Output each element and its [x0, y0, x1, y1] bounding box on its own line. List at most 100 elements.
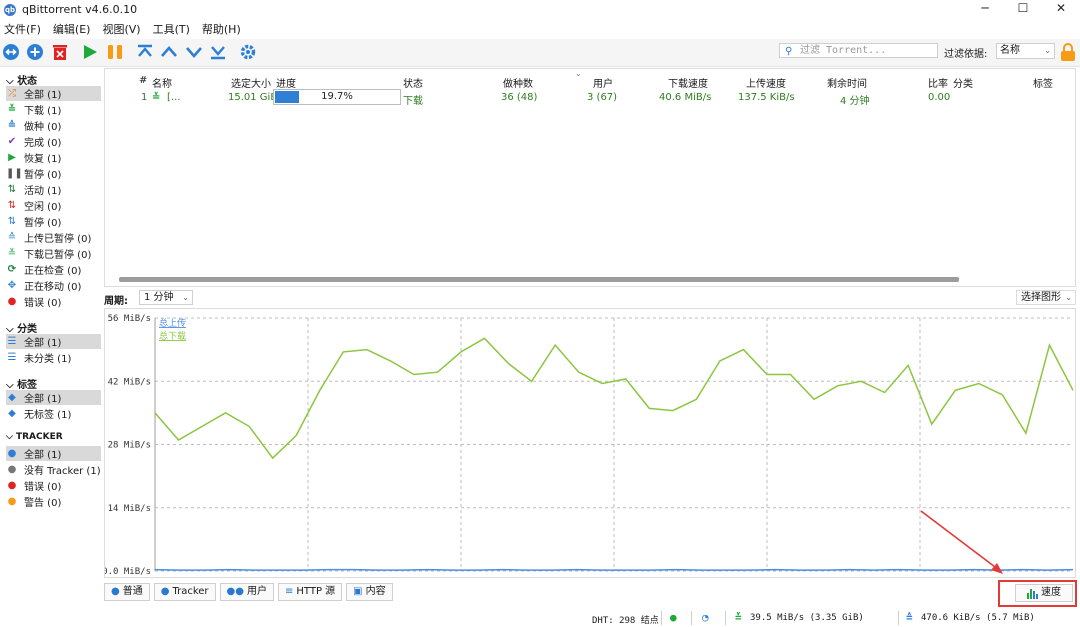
chevron-down-icon: ⌄ — [1044, 46, 1051, 55]
category-section-header[interactable]: ⌵ 分类 — [6, 320, 37, 335]
list-icon: ☰ — [7, 351, 17, 363]
upload-speed-status: 470.6 KiB/s (5.7 MiB) — [921, 613, 1035, 623]
row-ratio: 0.00 — [928, 92, 951, 103]
pin-icon: ● — [7, 463, 17, 475]
resume-icon[interactable] — [81, 43, 99, 61]
tracker-item-all[interactable]: ● 全部 (1) — [6, 446, 101, 461]
move-icon: ✥ — [7, 279, 17, 291]
tab-general[interactable]: ● 普通 — [104, 583, 150, 601]
tracker-item-warning[interactable]: ● 警告 (0) — [6, 494, 101, 510]
pause-small-icon: ❚❚ — [6, 167, 23, 179]
tag-icon: ◆ — [8, 391, 16, 403]
pause-icon[interactable] — [106, 43, 124, 61]
add-link-icon[interactable] — [2, 43, 20, 61]
period-value: 1 分钟 — [144, 292, 174, 303]
tab-peers[interactable]: ●● 用户 — [219, 583, 274, 601]
add-torrent-icon[interactable] — [26, 43, 44, 61]
speed-limit-icon[interactable]: ◔ — [702, 611, 709, 624]
graph-controls: 周期: 1 分钟 ⌄ 选择图形 ⌄ — [104, 290, 1076, 307]
col-header-index[interactable]: # — [139, 75, 147, 86]
error-icon: ● — [7, 295, 17, 307]
tags-section-header[interactable]: ⌵ 标签 — [6, 376, 37, 391]
sidebar-item-inactive[interactable]: ⇅ 空闲 (0) — [6, 198, 101, 214]
category-item-all[interactable]: ☰ 全部 (1) — [6, 334, 101, 349]
col-header-name[interactable]: 名称 — [152, 75, 172, 90]
tag-item-all[interactable]: ◆ 全部 (1) — [6, 390, 101, 405]
horizontal-scrollbar[interactable] — [119, 277, 959, 282]
menu-tools[interactable]: 工具(T) — [153, 21, 190, 37]
sidebar-item-paused[interactable]: ❚❚ 暂停 (0) — [6, 166, 101, 182]
check-icon: ✔ — [7, 135, 17, 147]
download-speed-status: 39.5 MiB/s (3.35 GiB) — [750, 613, 864, 623]
col-header-tags[interactable]: 标签 — [1033, 75, 1053, 90]
row-down-speed: 40.6 MiB/s — [659, 92, 712, 103]
col-header-status[interactable]: 状态 — [403, 75, 423, 90]
stalled-icon: ⇅ — [7, 215, 17, 227]
play-icon: ▶ — [8, 151, 16, 163]
info-icon: ● — [111, 586, 120, 597]
tab-content[interactable]: ▣ 内容 — [346, 583, 393, 601]
period-select[interactable]: 1 分钟 ⌄ — [139, 290, 193, 305]
col-header-peers[interactable]: 用户 — [593, 75, 613, 90]
options-icon[interactable] — [239, 43, 257, 61]
sidebar-item-all[interactable]: ⤮ 全部 (1) — [6, 86, 101, 101]
sidebar-item-upload-paused[interactable]: ≙ 上传已暂停 (0) — [6, 230, 101, 246]
col-header-size[interactable]: 选定大小 — [231, 75, 271, 90]
choose-graph-label: 选择图形 — [1021, 292, 1061, 303]
minimize-button[interactable]: ─ — [966, 0, 1004, 19]
sidebar-item-seeding[interactable]: ≙ 做种 (0) — [6, 118, 101, 134]
period-label: 周期: — [104, 296, 128, 307]
sidebar-item-stalled[interactable]: ⇅ 暂停 (0) — [6, 214, 101, 230]
menu-edit[interactable]: 编辑(E) — [53, 21, 91, 37]
sidebar-item-download-paused[interactable]: ≚ 下载已暂停 (0) — [6, 246, 101, 262]
legend-label: 总上传 — [159, 317, 186, 329]
col-header-ratio[interactable]: 比率 — [928, 75, 948, 90]
connection-status-icon[interactable]: ● — [670, 611, 677, 624]
col-header-category[interactable]: 分类 — [953, 75, 973, 90]
maximize-button[interactable]: ☐ — [1004, 0, 1042, 19]
delete-icon[interactable] — [51, 43, 69, 61]
refresh-icon: ⟳ — [7, 263, 17, 275]
status-section-header[interactable]: ⌵ 状态 — [6, 72, 37, 87]
sidebar-item-errored[interactable]: ● 错误 (0) — [6, 294, 101, 310]
col-header-down-speed[interactable]: 下载速度 — [668, 75, 708, 90]
peers-icon: ●● — [226, 586, 244, 597]
col-header-seeds[interactable]: 做种数 — [503, 75, 533, 90]
search-input[interactable]: ⚲ 过滤 Torrent... — [779, 43, 938, 58]
move-up-icon[interactable] — [160, 43, 178, 61]
sidebar-item-downloading[interactable]: ≚ 下载 (1) — [6, 102, 101, 118]
menu-file[interactable]: 文件(F) — [4, 21, 41, 37]
tag-item-untagged[interactable]: ◆ 无标签 (1) — [6, 406, 101, 422]
category-item-uncategorized[interactable]: ☰ 未分类 (1) — [6, 350, 101, 366]
col-header-eta[interactable]: 剩余时间 — [827, 75, 867, 90]
tab-http-sources[interactable]: ≡ HTTP 源 — [278, 583, 343, 601]
tracker-section-header[interactable]: ⌵ TRACKER — [6, 432, 63, 442]
pin-icon: ● — [7, 447, 17, 459]
sidebar-item-checking[interactable]: ⟳ 正在检查 (0) — [6, 262, 101, 278]
col-header-progress[interactable]: 进度 — [276, 75, 296, 90]
tracker-item-error[interactable]: ● 错误 (0) — [6, 478, 101, 494]
sidebar-item-completed[interactable]: ✔ 完成 (0) — [6, 134, 101, 150]
menu-help[interactable]: 帮助(H) — [202, 21, 241, 37]
lock-icon[interactable] — [1060, 42, 1076, 62]
filter-by-select[interactable]: 名称 ⌄ — [996, 43, 1055, 59]
chevron-down-icon: ⌄ — [1065, 293, 1072, 302]
sidebar-item-active[interactable]: ⇅ 活动 (1) — [6, 182, 101, 198]
move-top-icon[interactable] — [136, 43, 154, 61]
sidebar-item-moving[interactable]: ✥ 正在移动 (0) — [6, 278, 101, 294]
menu-view[interactable]: 视图(V) — [102, 21, 140, 37]
choose-graph-select[interactable]: 选择图形 ⌄ — [1016, 290, 1076, 305]
row-status: 下载 — [403, 96, 423, 107]
tag-icon: ◆ — [8, 407, 16, 419]
sidebar-item-resumed[interactable]: ▶ 恢复 (1) — [6, 150, 101, 166]
move-bottom-icon[interactable] — [209, 43, 227, 61]
filter-by-value: 名称 — [1000, 45, 1020, 56]
col-header-up-speed[interactable]: 上传速度 — [746, 75, 786, 90]
move-down-icon[interactable] — [185, 43, 203, 61]
tab-trackers[interactable]: ● Tracker — [153, 583, 216, 601]
tracker-item-trackerless[interactable]: ● 没有 Tracker (1) — [6, 462, 101, 478]
close-button[interactable]: ✕ — [1042, 0, 1080, 19]
row-up-speed: 137.5 KiB/s — [738, 92, 795, 103]
search-icon: ⚲ — [785, 46, 793, 57]
y-tick-label: 42 MiB/s — [108, 377, 151, 387]
